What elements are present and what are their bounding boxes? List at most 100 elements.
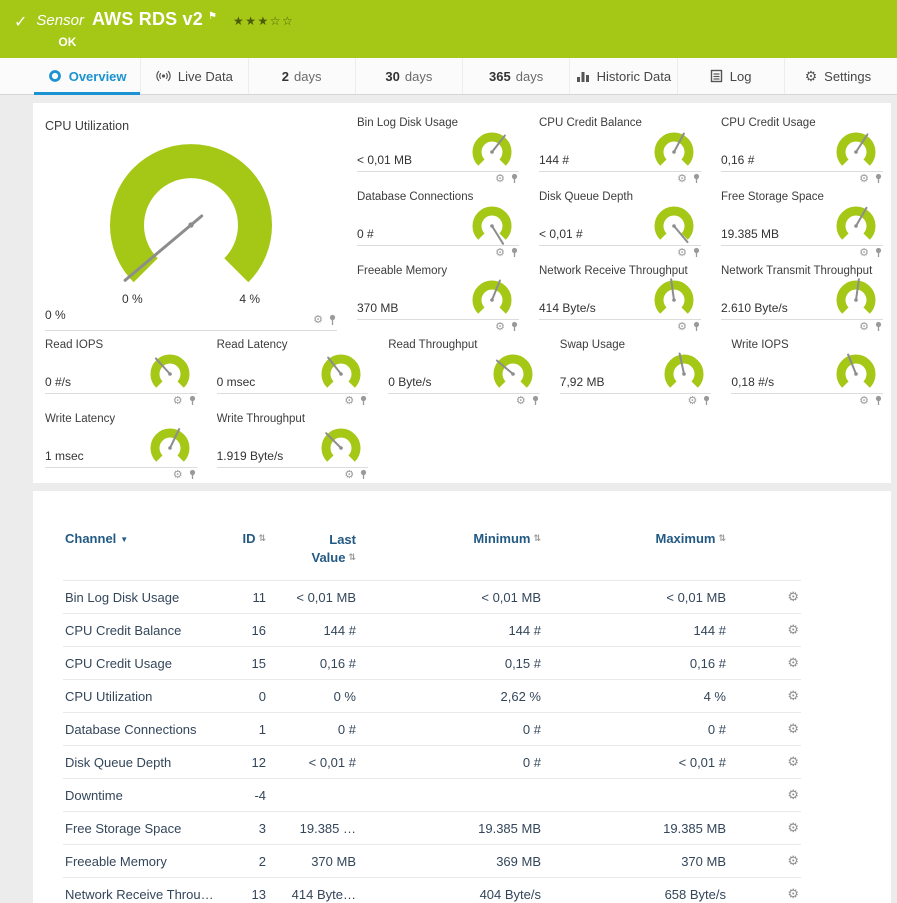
cell-minimum: 0 # xyxy=(358,713,543,746)
tab-historic-data[interactable]: Historic Data xyxy=(569,58,676,94)
gauge-scale-min: 0 % xyxy=(122,292,143,306)
gauge-dial xyxy=(829,275,883,321)
col-header-minimum[interactable]: Minimum⇅ xyxy=(358,531,543,581)
col-header-maximum[interactable]: Maximum⇅ xyxy=(543,531,728,581)
cell-minimum: 0 # xyxy=(358,746,543,779)
tab-settings[interactable]: ⚙ Settings xyxy=(784,58,891,94)
table-row[interactable]: Disk Queue Depth12< 0,01 #0 #< 0,01 #⚙ xyxy=(63,746,801,779)
row-gear-icon[interactable]: ⚙ xyxy=(728,581,801,614)
table-row[interactable]: CPU Credit Balance16144 #144 #144 #⚙ xyxy=(63,614,801,647)
pin-icon[interactable] xyxy=(359,395,368,405)
table-row[interactable]: Network Receive Throu…13414 Byte…404 Byt… xyxy=(63,878,801,903)
pin-icon[interactable] xyxy=(702,395,711,405)
gear-icon[interactable]: ⚙ xyxy=(677,248,687,258)
pin-icon[interactable] xyxy=(510,173,519,183)
pin-icon[interactable] xyxy=(692,247,701,257)
gear-icon[interactable]: ⚙ xyxy=(516,396,526,406)
ok-check-icon: ✓ xyxy=(14,12,27,32)
gauge-value: 0 Byte/s xyxy=(388,375,431,393)
gear-icon[interactable]: ⚙ xyxy=(859,174,869,184)
cell-channel[interactable]: CPU Credit Balance xyxy=(63,614,213,647)
row-gear-icon[interactable]: ⚙ xyxy=(728,647,801,680)
pin-icon[interactable] xyxy=(692,173,701,183)
cell-channel[interactable]: Bin Log Disk Usage xyxy=(63,581,213,614)
priority-stars[interactable]: ★★★☆☆ xyxy=(233,14,294,28)
gear-icon[interactable]: ⚙ xyxy=(495,322,505,332)
cell-channel[interactable]: Free Storage Space xyxy=(63,812,213,845)
cell-maximum: 4 % xyxy=(543,680,728,713)
cell-channel[interactable]: Disk Queue Depth xyxy=(63,746,213,779)
cell-channel[interactable]: Freeable Memory xyxy=(63,845,213,878)
table-row[interactable]: Database Connections10 #0 #0 #⚙ xyxy=(63,713,801,746)
row-gear-icon[interactable]: ⚙ xyxy=(728,680,801,713)
gear-icon[interactable]: ⚙ xyxy=(173,396,183,406)
row-gear-icon[interactable]: ⚙ xyxy=(728,713,801,746)
gear-icon[interactable]: ⚙ xyxy=(859,396,869,406)
pin-icon[interactable] xyxy=(874,173,883,183)
table-row[interactable]: CPU Utilization00 %2,62 %4 %⚙ xyxy=(63,680,801,713)
pin-icon[interactable] xyxy=(874,321,883,331)
cell-channel[interactable]: Downtime xyxy=(63,779,213,812)
flag-icon[interactable]: ⚑ xyxy=(208,11,217,22)
table-row[interactable]: Downtime-4⚙ xyxy=(63,779,801,812)
gear-icon[interactable]: ⚙ xyxy=(344,470,354,480)
cell-last-value: 370 MB xyxy=(268,845,358,878)
pin-icon[interactable] xyxy=(692,321,701,331)
gear-icon[interactable]: ⚙ xyxy=(495,174,505,184)
pin-icon[interactable] xyxy=(188,395,197,405)
table-row[interactable]: Free Storage Space319.385 …19.385 MB19.3… xyxy=(63,812,801,845)
pin-icon[interactable] xyxy=(510,321,519,331)
tab-label-unit: days xyxy=(405,69,432,84)
gear-icon[interactable]: ⚙ xyxy=(859,322,869,332)
gear-icon[interactable]: ⚙ xyxy=(173,470,183,480)
cell-id: 0 xyxy=(213,680,268,713)
row-gear-icon[interactable]: ⚙ xyxy=(728,812,801,845)
gauge-cell: Swap Usage7,92 MB⚙ xyxy=(548,331,720,405)
tab-2-days[interactable]: 2 days xyxy=(248,58,355,94)
gear-icon[interactable]: ⚙ xyxy=(677,174,687,184)
cell-channel[interactable]: Database Connections xyxy=(63,713,213,746)
pin-icon[interactable] xyxy=(531,395,540,405)
gear-icon[interactable]: ⚙ xyxy=(677,322,687,332)
cell-id: 3 xyxy=(213,812,268,845)
table-row[interactable]: Bin Log Disk Usage11< 0,01 MB< 0,01 MB< … xyxy=(63,581,801,614)
pin-icon[interactable] xyxy=(328,314,337,326)
col-header-channel[interactable]: Channel▼ xyxy=(63,531,213,581)
gauge-actions: ⚙ xyxy=(357,320,519,331)
pin-icon[interactable] xyxy=(874,395,883,405)
pin-icon[interactable] xyxy=(359,469,368,479)
gauge-dial-wrap xyxy=(657,349,711,393)
gear-icon[interactable]: ⚙ xyxy=(344,396,354,406)
row-gear-icon[interactable]: ⚙ xyxy=(728,779,801,812)
col-header-last-value[interactable]: Last Value⇅ xyxy=(268,531,358,581)
row-gear-icon[interactable]: ⚙ xyxy=(728,845,801,878)
cell-channel[interactable]: Network Receive Throu… xyxy=(63,878,213,903)
gauge-value: 2.610 Byte/s xyxy=(721,301,788,319)
col-header-id[interactable]: ID⇅ xyxy=(213,531,268,581)
tab-30-days[interactable]: 30 days xyxy=(355,58,462,94)
gear-icon[interactable]: ⚙ xyxy=(313,315,323,326)
cell-last-value xyxy=(268,779,358,812)
pin-icon[interactable] xyxy=(188,469,197,479)
gauge-value: 0 # xyxy=(357,227,374,245)
row-gear-icon[interactable]: ⚙ xyxy=(728,878,801,903)
cell-minimum: 369 MB xyxy=(358,845,543,878)
col-header-actions xyxy=(728,531,801,581)
tab-log[interactable]: Log xyxy=(677,58,784,94)
gear-icon[interactable]: ⚙ xyxy=(688,396,698,406)
cell-channel[interactable]: CPU Utilization xyxy=(63,680,213,713)
tab-live-data[interactable]: Live Data xyxy=(140,58,247,94)
table-row[interactable]: CPU Credit Usage150,16 #0,15 #0,16 #⚙ xyxy=(63,647,801,680)
tab-365-days[interactable]: 365 days xyxy=(462,58,569,94)
gauge-cell: Network Receive Throughput414 Byte/s⚙ xyxy=(527,257,709,331)
pin-icon[interactable] xyxy=(874,247,883,257)
gauge-actions: ⚙ xyxy=(45,394,197,405)
gear-icon[interactable]: ⚙ xyxy=(859,248,869,258)
tab-overview[interactable]: Overview xyxy=(34,58,140,94)
cell-channel[interactable]: CPU Credit Usage xyxy=(63,647,213,680)
row-gear-icon[interactable]: ⚙ xyxy=(728,746,801,779)
row-gear-icon[interactable]: ⚙ xyxy=(728,614,801,647)
pin-icon[interactable] xyxy=(510,247,519,257)
gear-icon[interactable]: ⚙ xyxy=(495,248,505,258)
table-row[interactable]: Freeable Memory2370 MB369 MB370 MB⚙ xyxy=(63,845,801,878)
